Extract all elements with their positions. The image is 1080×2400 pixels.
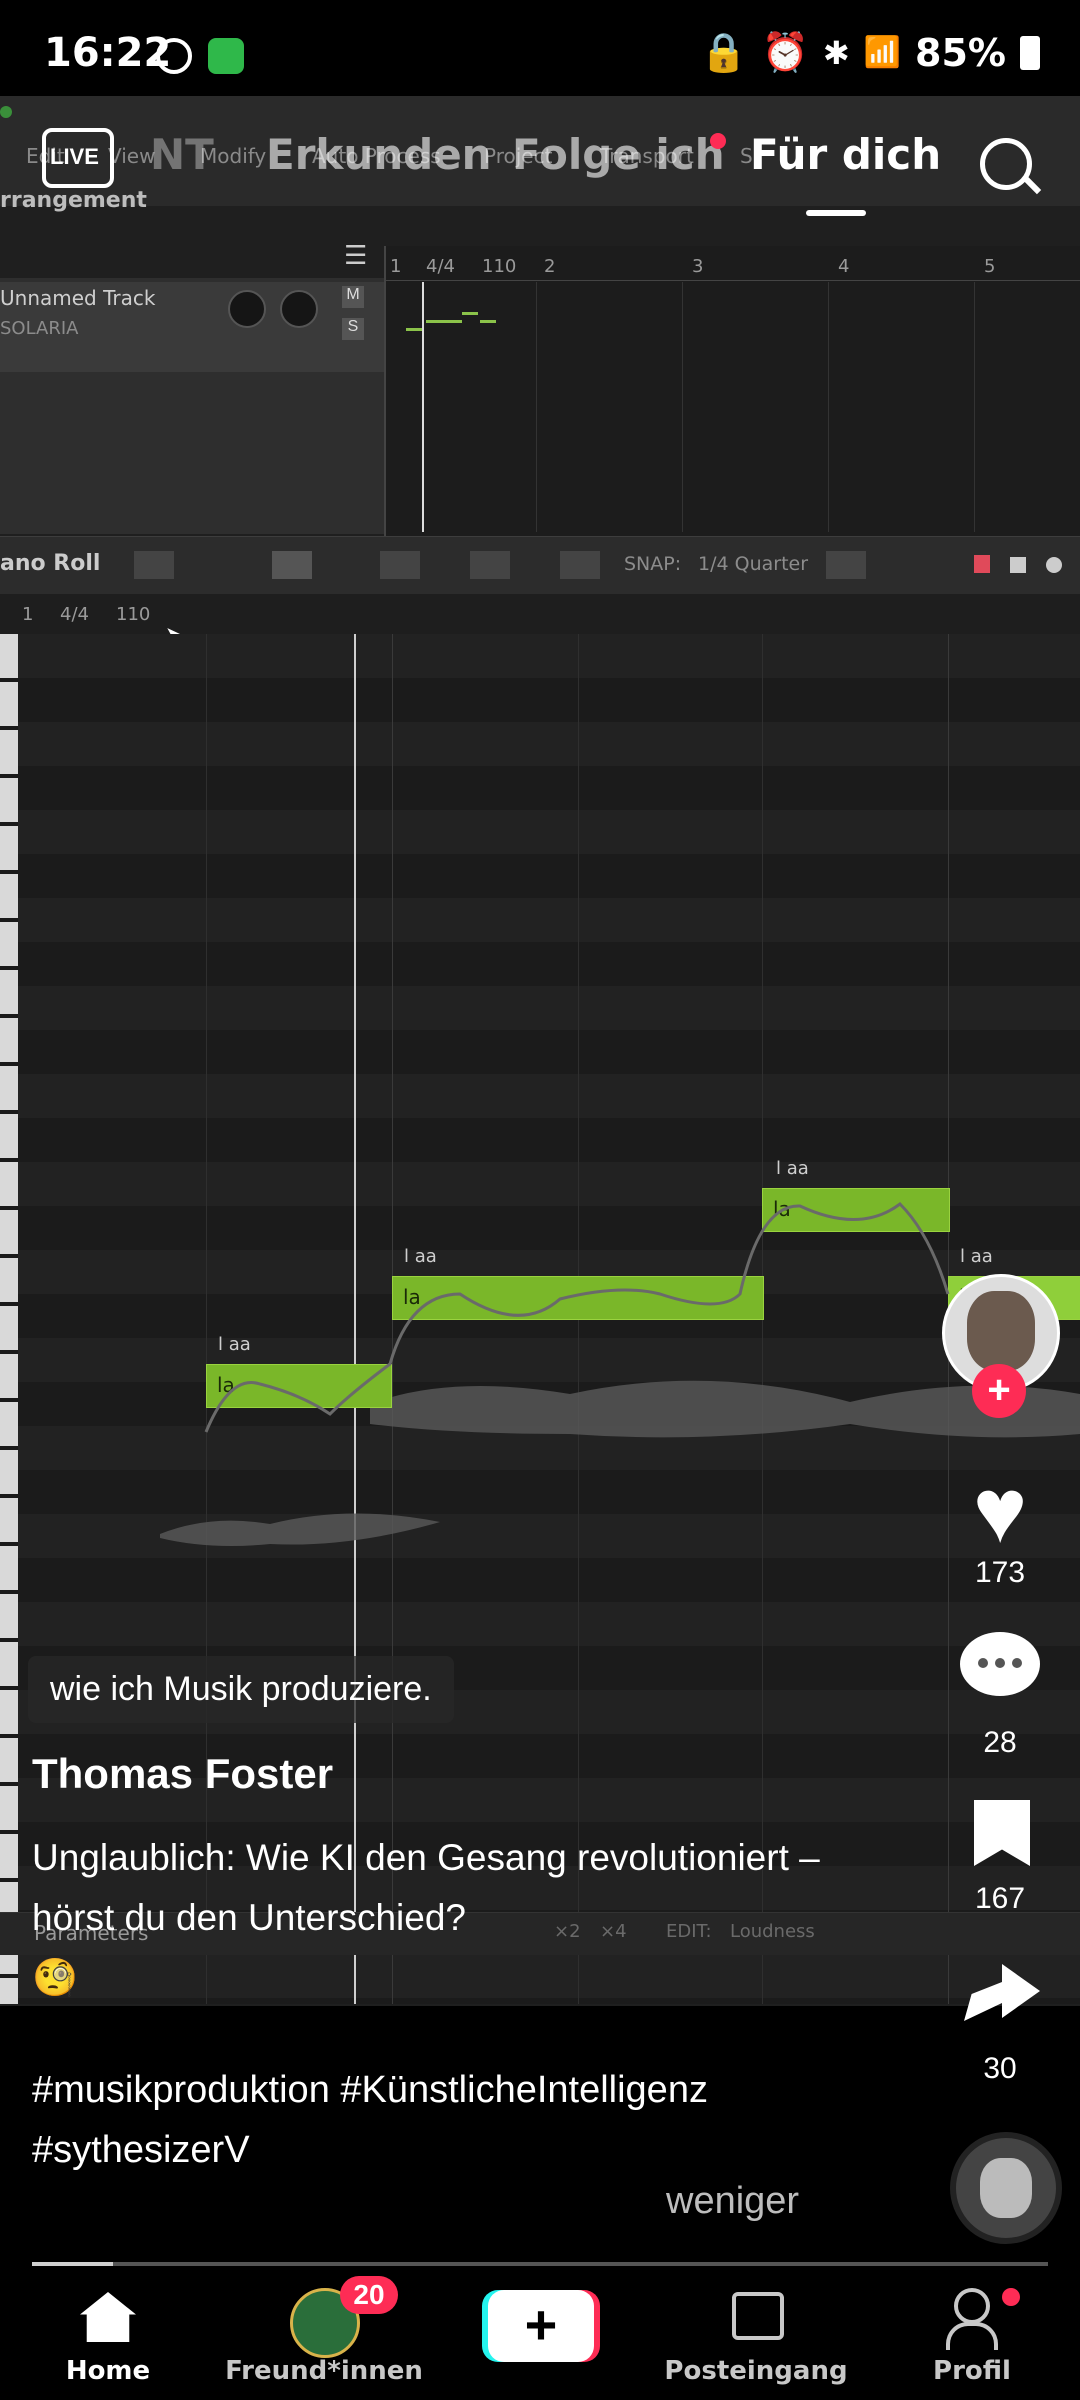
nav-create[interactable]: + <box>440 2272 640 2400</box>
plus-icon: + <box>488 2290 594 2362</box>
comment-count: 28 <box>983 1726 1017 1759</box>
arr-ruler-1: 1 <box>390 256 402 277</box>
like-count: 173 <box>974 1556 1026 1589</box>
follow-plus-button[interactable]: + <box>972 1364 1026 1418</box>
volume-knob-icon <box>228 290 266 328</box>
nav-friends[interactable]: 20 Freund*innen <box>224 2272 424 2400</box>
music-disc[interactable] <box>950 2132 1062 2244</box>
record-indicator-icon <box>974 555 990 573</box>
video-progress-fill <box>32 2262 113 2266</box>
snap-label: SNAP: <box>624 553 682 575</box>
video-caption: wie ich Musik produziere. <box>28 1656 454 1723</box>
profile-icon <box>954 2288 990 2324</box>
hashtags[interactable]: #musikproduktion #KünstlicheIntelligenz … <box>32 2060 932 2180</box>
arr-ruler-2: 2 <box>544 256 556 277</box>
track-row: Unnamed Track SOLARIA M S <box>0 282 384 372</box>
dot-icon <box>1046 557 1062 573</box>
nav-inbox[interactable]: Posteingang <box>656 2272 856 2400</box>
solo-button: S <box>342 318 364 340</box>
nav-home[interactable]: Home <box>8 2272 208 2400</box>
stop-icon <box>1010 557 1026 573</box>
tab-nt[interactable]: NT <box>150 130 214 179</box>
lock-icon: 🔒 <box>700 30 748 74</box>
description-emoji: 🧐 <box>32 1957 79 1998</box>
less-button[interactable]: weniger <box>666 2180 799 2223</box>
home-icon <box>80 2292 136 2342</box>
arr-ruler-4: 4 <box>838 256 850 277</box>
author-name[interactable]: Thomas Foster <box>32 1750 333 1798</box>
wifi-icon: 📶 <box>863 35 902 70</box>
nav-inbox-label: Posteingang <box>664 2356 848 2386</box>
bottom-nav: Home 20 Freund*innen + Posteingang Profi… <box>0 2272 1080 2400</box>
folge-ich-dot <box>710 133 726 149</box>
track-voice: SOLARIA <box>0 318 79 339</box>
video-progress-track[interactable] <box>32 2262 1048 2266</box>
arr-ruler-ts: 4/4 <box>426 256 455 277</box>
status-time: 16:22 <box>44 30 172 76</box>
bookmark-count: 167 <box>974 1882 1026 1915</box>
battery-level: 85% <box>915 30 1006 75</box>
tab-erkunden[interactable]: Erkunden <box>266 130 492 179</box>
nav-friends-label: Freund*innen <box>225 2356 423 2386</box>
live-label: LIVE <box>50 144 99 169</box>
share-count: 30 <box>983 2052 1017 2085</box>
alarm-icon: ⏰ <box>761 30 809 74</box>
tab-fuer-dich[interactable]: Für dich <box>750 130 941 179</box>
battery-icon <box>1020 35 1040 70</box>
piano-roll-label: ano Roll <box>0 551 101 576</box>
bluetooth-icon: ✱ <box>822 33 850 72</box>
comment-button[interactable] <box>960 1632 1040 1696</box>
post-description: Unglaublich: Wie KI den Gesang revolutio… <box>32 1828 912 2008</box>
whatsapp-icon <box>156 38 192 74</box>
active-tab-indicator <box>806 210 866 216</box>
mute-button: M <box>342 286 364 308</box>
pan-knob-icon <box>280 290 318 328</box>
arr-ruler-bpm: 110 <box>482 256 517 277</box>
arr-ruler-5: 5 <box>984 256 996 277</box>
status-bar: 16:22 🔒 ⏰ ✱ 📶 85% <box>0 0 1080 96</box>
live-button[interactable]: LIVE <box>42 128 114 188</box>
feed-tabs: LIVE NT Erkunden Folge ich Für dich <box>0 128 1080 216</box>
nav-profile[interactable]: Profil <box>872 2272 1072 2400</box>
status-right: 🔒 ⏰ ✱ 📶 85% <box>700 30 1040 75</box>
arrangement-grid: 1 4/4 110 2 3 4 5 <box>384 246 1080 536</box>
inbox-icon <box>732 2292 784 2340</box>
like-button[interactable]: ♥ <box>944 1465 1056 1557</box>
app-notification-icon <box>208 38 244 74</box>
snap-value: 1/4 Quarter <box>698 553 809 575</box>
friends-badge: 20 <box>340 2276 398 2314</box>
profile-notification-dot <box>1002 2288 1020 2306</box>
track-name: Unnamed Track <box>0 286 156 310</box>
piano-roll-toolbar: ano Roll SNAP: 1/4 Quarter <box>0 536 1080 596</box>
description-text: Unglaublich: Wie KI den Gesang revolutio… <box>32 1837 820 1938</box>
arr-ruler-3: 3 <box>692 256 704 277</box>
nav-home-label: Home <box>65 2356 151 2386</box>
nav-profile-label: Profil <box>933 2356 1011 2386</box>
tab-folge-ich[interactable]: Folge ich <box>512 130 725 179</box>
menu-lines-icon: ☰ <box>344 240 368 270</box>
